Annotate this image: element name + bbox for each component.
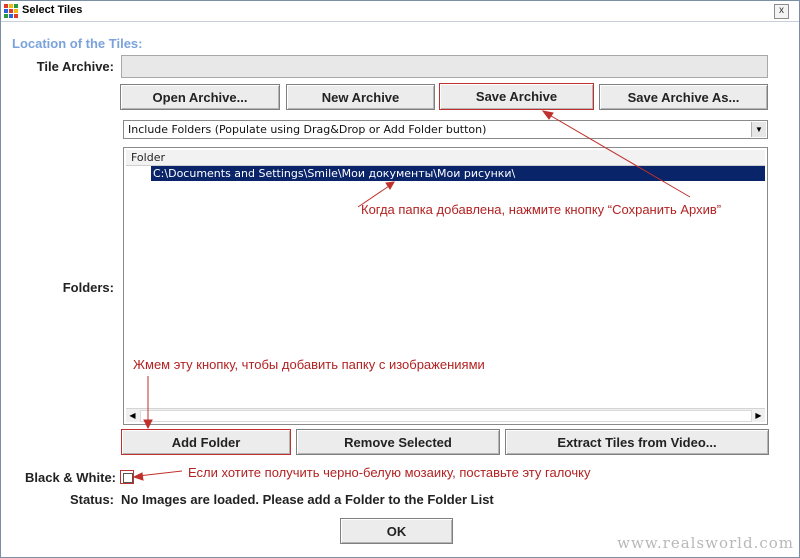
app-grid-icon bbox=[4, 4, 18, 18]
folder-path: C:\Documents and Settings\Smile\Мои доку… bbox=[153, 167, 516, 180]
new-archive-button[interactable]: New Archive bbox=[286, 84, 435, 110]
scroll-left-icon[interactable]: ◀ bbox=[126, 409, 139, 422]
horizontal-scrollbar[interactable]: ◀ ▶ bbox=[126, 408, 765, 422]
extract-tiles-button[interactable]: Extract Tiles from Video... bbox=[505, 429, 769, 455]
chevron-down-icon[interactable]: ▼ bbox=[751, 122, 766, 137]
status-label: Status: bbox=[69, 492, 114, 507]
ok-button[interactable]: OK bbox=[340, 518, 453, 544]
black-white-label: Black & White: bbox=[24, 470, 116, 485]
folder-mode-value: Include Folders (Populate using Drag&Dro… bbox=[128, 123, 487, 136]
watermark: www.realsworld.com bbox=[617, 534, 794, 552]
tile-archive-field[interactable] bbox=[121, 55, 768, 78]
close-icon[interactable]: x bbox=[774, 4, 789, 19]
tile-archive-label: Tile Archive: bbox=[36, 59, 114, 74]
scroll-thumb[interactable] bbox=[140, 410, 752, 422]
save-archive-as-button[interactable]: Save Archive As... bbox=[599, 84, 768, 110]
remove-selected-button[interactable]: Remove Selected bbox=[296, 429, 500, 455]
list-item[interactable]: C:\Documents and Settings\Smile\Мои доку… bbox=[151, 166, 765, 181]
add-folder-button[interactable]: Add Folder bbox=[121, 429, 291, 455]
add-folder-hint-annotation: Жмем эту кнопку, чтобы добавить папку с … bbox=[133, 357, 485, 372]
folder-column-label: Folder bbox=[131, 151, 165, 164]
black-white-checkbox[interactable] bbox=[120, 470, 134, 484]
window-title: Select Tiles bbox=[22, 4, 83, 16]
section-title: Location of the Tiles: bbox=[12, 36, 143, 51]
open-archive-button[interactable]: Open Archive... bbox=[120, 84, 280, 110]
checkbox-box bbox=[123, 473, 133, 483]
save-archive-button[interactable]: Save Archive bbox=[439, 83, 594, 110]
status-text: No Images are loaded. Please add a Folde… bbox=[121, 492, 494, 507]
folders-label: Folders: bbox=[62, 280, 114, 295]
save-hint-annotation: Когда папка добавлена, нажмите кнопку “С… bbox=[361, 202, 722, 217]
scroll-right-icon[interactable]: ▶ bbox=[752, 409, 765, 422]
bw-hint-annotation: Если хотите получить черно-белую мозаику… bbox=[188, 465, 591, 480]
folder-column-header[interactable]: Folder bbox=[126, 150, 765, 166]
folder-list[interactable]: Folder C:\Documents and Settings\Smile\М… bbox=[123, 147, 768, 425]
folder-mode-select[interactable]: Include Folders (Populate using Drag&Dro… bbox=[123, 120, 768, 139]
title-bar: Select Tiles x bbox=[1, 1, 799, 22]
